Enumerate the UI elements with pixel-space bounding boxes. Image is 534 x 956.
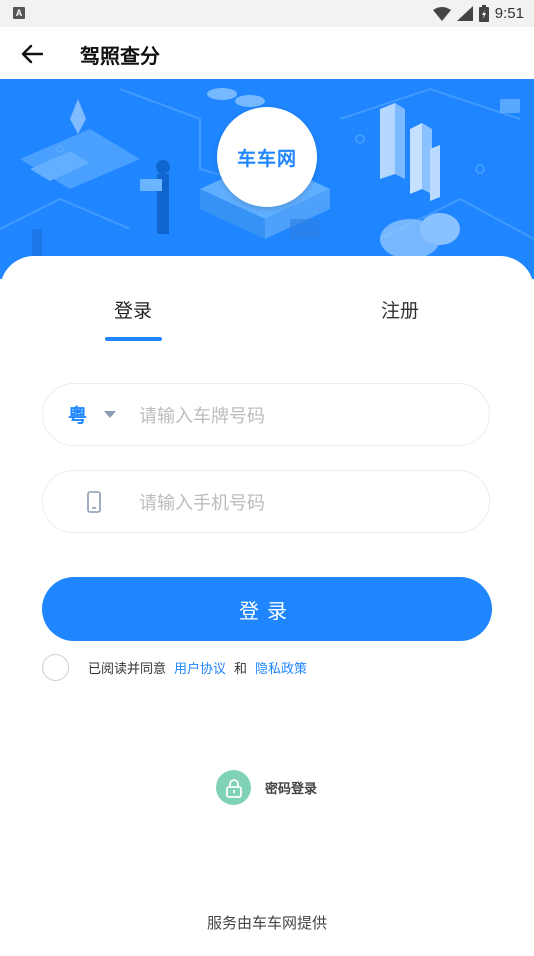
login-button[interactable]: 登录	[42, 577, 492, 641]
banner: 车车网	[0, 79, 534, 279]
phone-field[interactable]: 请输入手机号码	[42, 470, 490, 533]
plate-field[interactable]: 粤 请输入车牌号码	[42, 383, 490, 446]
status-icons: 9:51	[432, 0, 524, 27]
logo-text: 车车网	[236, 147, 297, 170]
tab-register[interactable]: 注册	[381, 296, 419, 323]
logo: 车车网	[217, 107, 317, 207]
phone-input[interactable]: 请输入手机号码	[139, 489, 265, 515]
plate-input[interactable]: 请输入车牌号码	[139, 402, 265, 428]
status-bar: A 9:51	[0, 0, 534, 27]
wifi-icon	[432, 6, 451, 21]
password-login-label: 密码登录	[265, 782, 318, 797]
footer-text: 服务由车车网提供	[206, 914, 327, 932]
tab-login[interactable]: 登录	[114, 296, 152, 323]
agreement-prefix: 已阅读并同意	[88, 661, 167, 677]
page-title: 驾照查分	[80, 44, 160, 68]
agree-checkbox[interactable]	[42, 653, 69, 681]
province-selector[interactable]: 粤	[68, 401, 87, 428]
privacy-policy-link[interactable]: 隐私政策	[255, 658, 307, 677]
app-bar: 驾照查分	[0, 27, 534, 79]
lock-icon	[216, 770, 251, 805]
battery-icon	[478, 5, 489, 22]
signal-icon	[456, 6, 473, 21]
login-card: 登录 注册 粤 请输入车牌号码 请输入手机号码 登录 已阅读并同意 用户协议 和…	[0, 256, 534, 956]
back-button[interactable]	[18, 40, 46, 68]
tab-active-indicator	[105, 337, 162, 341]
clock: 9:51	[494, 5, 524, 22]
agreement-and: 和	[234, 661, 248, 677]
notification-icon: A	[13, 7, 25, 19]
password-login-button[interactable]: 密码登录	[216, 770, 317, 805]
phone-icon	[87, 491, 101, 513]
user-agreement-link[interactable]: 用户协议	[174, 658, 226, 677]
arrow-left-icon	[21, 44, 43, 64]
chevron-down-icon[interactable]	[104, 411, 116, 418]
agreement-row: 已阅读并同意 用户协议 和 隐私政策	[42, 653, 315, 681]
